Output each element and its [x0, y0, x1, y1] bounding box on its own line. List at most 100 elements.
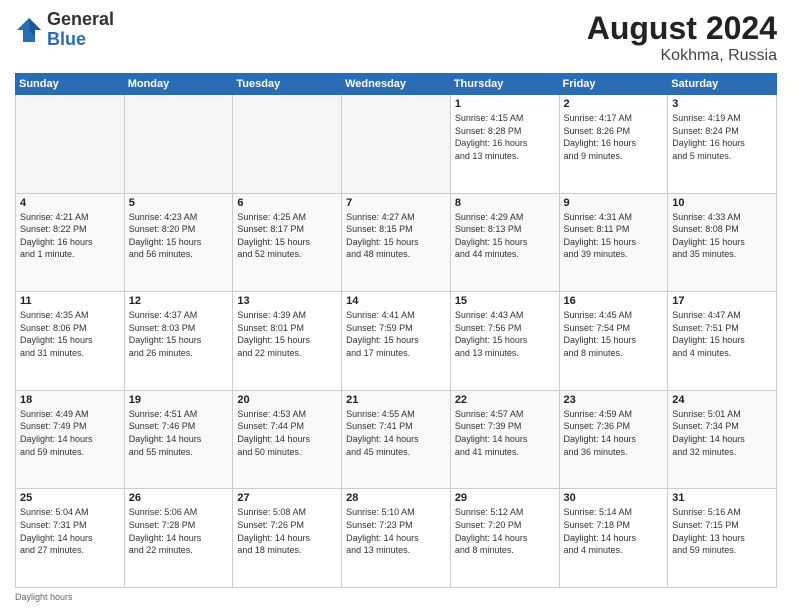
day-number-28: 28	[346, 492, 446, 504]
col-friday: Friday	[559, 74, 668, 95]
calendar-cell-2-4: 15 Sunrise: 4:43 AMSunset: 7:56 PMDayligh…	[450, 292, 559, 391]
col-monday: Monday	[124, 74, 233, 95]
footer: Daylight hours	[15, 592, 777, 602]
calendar-cell-3-4: 22 Sunrise: 4:57 AMSunset: 7:39 PMDayligh…	[450, 390, 559, 489]
day-number-27: 27	[237, 492, 337, 504]
col-saturday: Saturday	[668, 74, 777, 95]
calendar-cell-0-6: 3 Sunrise: 4:19 AMSunset: 8:24 PMDaylight…	[668, 95, 777, 194]
calendar-cell-4-3: 28 Sunrise: 5:10 AMSunset: 7:23 PMDayligh…	[342, 489, 451, 588]
day-info-9: Sunrise: 4:31 AMSunset: 8:11 PMDaylight:…	[564, 211, 664, 261]
calendar-cell-0-4: 1 Sunrise: 4:15 AMSunset: 8:28 PMDaylight…	[450, 95, 559, 194]
day-number-11: 11	[20, 295, 120, 307]
day-info-6: Sunrise: 4:25 AMSunset: 8:17 PMDaylight:…	[237, 211, 337, 261]
calendar-cell-2-1: 12 Sunrise: 4:37 AMSunset: 8:03 PMDayligh…	[124, 292, 233, 391]
day-number-5: 5	[129, 197, 229, 209]
day-number-1: 1	[455, 98, 555, 110]
day-number-4: 4	[20, 197, 120, 209]
calendar-cell-4-1: 26Sunrise: 5:06 AMSunset: 7:28 PMDayligh…	[124, 489, 233, 588]
day-info-25: Sunrise: 5:04 AMSunset: 7:31 PMDaylight:…	[20, 506, 120, 556]
day-number-15: 15	[455, 295, 555, 307]
day-number-8: 8	[455, 197, 555, 209]
day-info-2: Sunrise: 4:17 AMSunset: 8:26 PMDaylight:…	[564, 112, 664, 162]
day-number-12: 12	[129, 295, 229, 307]
week-row-3: 11Sunrise: 4:35 AMSunset: 8:06 PMDayligh…	[16, 292, 777, 391]
day-number-22: 22	[455, 394, 555, 406]
day-number-29: 29	[455, 492, 555, 504]
day-number-6: 6	[237, 197, 337, 209]
day-number-7: 7	[346, 197, 446, 209]
day-number-13: 13	[237, 295, 337, 307]
calendar-cell-0-5: 2 Sunrise: 4:17 AMSunset: 8:26 PMDaylight…	[559, 95, 668, 194]
day-number-30: 30	[564, 492, 664, 504]
calendar-cell-3-3: 21 Sunrise: 4:55 AMSunset: 7:41 PMDayligh…	[342, 390, 451, 489]
logo-text: General Blue	[47, 10, 114, 50]
calendar-cell-1-2: 6 Sunrise: 4:25 AMSunset: 8:17 PMDaylight…	[233, 193, 342, 292]
day-info-18: Sunrise: 4:49 AMSunset: 7:49 PMDaylight:…	[20, 408, 120, 458]
calendar-table: Sunday Monday Tuesday Wednesday Thursday…	[15, 73, 777, 588]
calendar-cell-4-4: 29Sunrise: 5:12 AMSunset: 7:20 PMDayligh…	[450, 489, 559, 588]
month-year: August 2024	[587, 10, 777, 47]
day-info-27: Sunrise: 5:08 AMSunset: 7:26 PMDaylight:…	[237, 506, 337, 556]
day-number-2: 2	[564, 98, 664, 110]
calendar-cell-2-2: 13Sunrise: 4:39 AMSunset: 8:01 PMDayligh…	[233, 292, 342, 391]
day-info-28: Sunrise: 5:10 AMSunset: 7:23 PMDaylight:…	[346, 506, 446, 556]
day-info-21: Sunrise: 4:55 AMSunset: 7:41 PMDaylight:…	[346, 408, 446, 458]
calendar-cell-1-3: 7 Sunrise: 4:27 AMSunset: 8:15 PMDaylight…	[342, 193, 451, 292]
calendar-cell-1-1: 5 Sunrise: 4:23 AMSunset: 8:20 PMDaylight…	[124, 193, 233, 292]
day-info-15: Sunrise: 4:43 AMSunset: 7:56 PMDaylight:…	[455, 309, 555, 359]
calendar-cell-1-5: 9Sunrise: 4:31 AMSunset: 8:11 PMDaylight…	[559, 193, 668, 292]
calendar-cell-4-2: 27 Sunrise: 5:08 AMSunset: 7:26 PMDayligh…	[233, 489, 342, 588]
calendar-cell-3-1: 19 Sunrise: 4:51 AMSunset: 7:46 PMDayligh…	[124, 390, 233, 489]
title-block: August 2024 Kokhma, Russia	[587, 10, 777, 65]
page: General Blue August 2024 Kokhma, Russia …	[0, 0, 792, 612]
week-row-4: 18 Sunrise: 4:49 AMSunset: 7:49 PMDayligh…	[16, 390, 777, 489]
calendar-cell-3-5: 23 Sunrise: 4:59 AMSunset: 7:36 PMDayligh…	[559, 390, 668, 489]
week-row-2: 4 Sunrise: 4:21 AMSunset: 8:22 PMDaylight…	[16, 193, 777, 292]
day-number-23: 23	[564, 394, 664, 406]
day-info-4: Sunrise: 4:21 AMSunset: 8:22 PMDaylight:…	[20, 211, 120, 261]
day-number-18: 18	[20, 394, 120, 406]
calendar-cell-2-6: 17Sunrise: 4:47 AMSunset: 7:51 PMDayligh…	[668, 292, 777, 391]
calendar-cell-2-3: 14Sunrise: 4:41 AMSunset: 7:59 PMDayligh…	[342, 292, 451, 391]
day-info-26: Sunrise: 5:06 AMSunset: 7:28 PMDaylight:…	[129, 506, 229, 556]
calendar-cell-0-2	[233, 95, 342, 194]
calendar-cell-1-0: 4 Sunrise: 4:21 AMSunset: 8:22 PMDaylight…	[16, 193, 125, 292]
calendar-cell-2-0: 11Sunrise: 4:35 AMSunset: 8:06 PMDayligh…	[16, 292, 125, 391]
calendar-cell-3-6: 24Sunrise: 5:01 AMSunset: 7:34 PMDayligh…	[668, 390, 777, 489]
calendar-cell-4-5: 30 Sunrise: 5:14 AMSunset: 7:18 PMDayligh…	[559, 489, 668, 588]
logo-general-text: General	[47, 9, 114, 29]
calendar-header-row: Sunday Monday Tuesday Wednesday Thursday…	[16, 74, 777, 95]
day-number-3: 3	[672, 98, 772, 110]
logo: General Blue	[15, 10, 114, 50]
day-number-25: 25	[20, 492, 120, 504]
calendar-cell-1-4: 8Sunrise: 4:29 AMSunset: 8:13 PMDaylight…	[450, 193, 559, 292]
calendar-cell-0-3	[342, 95, 451, 194]
calendar-cell-2-5: 16 Sunrise: 4:45 AMSunset: 7:54 PMDayligh…	[559, 292, 668, 391]
day-info-17: Sunrise: 4:47 AMSunset: 7:51 PMDaylight:…	[672, 309, 772, 359]
day-info-22: Sunrise: 4:57 AMSunset: 7:39 PMDaylight:…	[455, 408, 555, 458]
logo-icon	[15, 16, 43, 44]
week-row-1: 1 Sunrise: 4:15 AMSunset: 8:28 PMDaylight…	[16, 95, 777, 194]
day-info-1: Sunrise: 4:15 AMSunset: 8:28 PMDaylight:…	[455, 112, 555, 162]
day-number-21: 21	[346, 394, 446, 406]
calendar-cell-4-0: 25 Sunrise: 5:04 AMSunset: 7:31 PMDayligh…	[16, 489, 125, 588]
day-info-30: Sunrise: 5:14 AMSunset: 7:18 PMDaylight:…	[564, 506, 664, 556]
day-info-5: Sunrise: 4:23 AMSunset: 8:20 PMDaylight:…	[129, 211, 229, 261]
day-info-23: Sunrise: 4:59 AMSunset: 7:36 PMDaylight:…	[564, 408, 664, 458]
day-number-10: 10	[672, 197, 772, 209]
day-info-19: Sunrise: 4:51 AMSunset: 7:46 PMDaylight:…	[129, 408, 229, 458]
day-info-3: Sunrise: 4:19 AMSunset: 8:24 PMDaylight:…	[672, 112, 772, 162]
day-info-24: Sunrise: 5:01 AMSunset: 7:34 PMDaylight:…	[672, 408, 772, 458]
col-thursday: Thursday	[450, 74, 559, 95]
day-number-16: 16	[564, 295, 664, 307]
header: General Blue August 2024 Kokhma, Russia	[15, 10, 777, 65]
day-info-12: Sunrise: 4:37 AMSunset: 8:03 PMDaylight:…	[129, 309, 229, 359]
day-info-7: Sunrise: 4:27 AMSunset: 8:15 PMDaylight:…	[346, 211, 446, 261]
col-tuesday: Tuesday	[233, 74, 342, 95]
day-info-10: Sunrise: 4:33 AMSunset: 8:08 PMDaylight:…	[672, 211, 772, 261]
day-info-20: Sunrise: 4:53 AMSunset: 7:44 PMDaylight:…	[237, 408, 337, 458]
day-info-16: Sunrise: 4:45 AMSunset: 7:54 PMDaylight:…	[564, 309, 664, 359]
week-row-5: 25 Sunrise: 5:04 AMSunset: 7:31 PMDayligh…	[16, 489, 777, 588]
day-number-20: 20	[237, 394, 337, 406]
day-number-19: 19	[129, 394, 229, 406]
